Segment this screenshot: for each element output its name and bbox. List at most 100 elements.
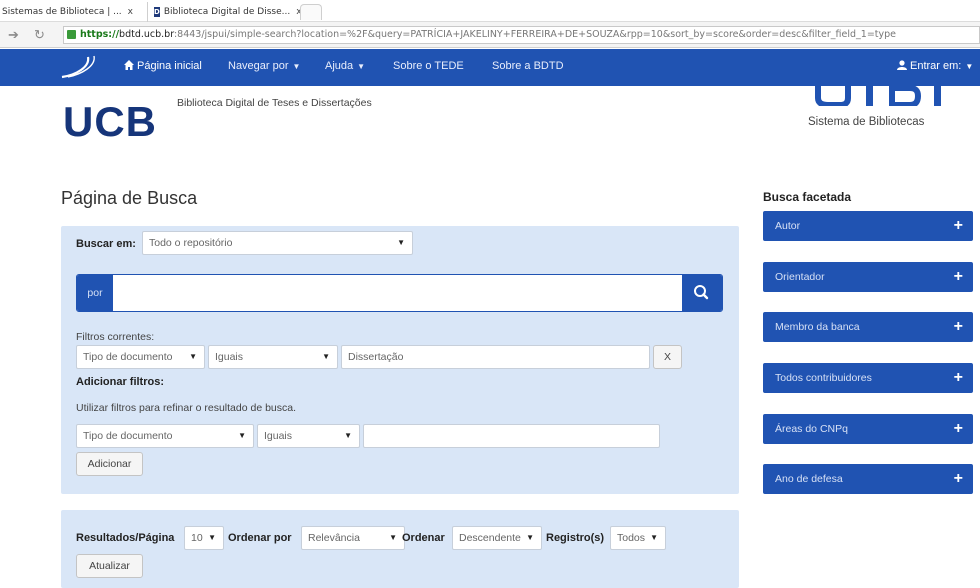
url-host: bdtd.ucb.br	[119, 29, 174, 40]
nav-login-label: Entrar em:	[910, 60, 962, 72]
scope-label: Buscar em:	[76, 238, 136, 250]
current-filter-field-value: Tipo de documento	[83, 351, 173, 363]
records-select[interactable]: Todos ▼	[610, 526, 666, 550]
new-filter-field-select[interactable]: Tipo de documento ▼	[76, 424, 254, 448]
new-filter-operator-select[interactable]: Iguais ▼	[257, 424, 360, 448]
current-filter-operator-value: Iguais	[215, 351, 244, 363]
sort-by-value: Relevância	[308, 532, 360, 544]
sibi-logo-icon[interactable]	[806, 86, 946, 106]
search-bar: por	[76, 274, 723, 312]
current-filters-label: Filtros correntes:	[76, 331, 155, 343]
facet-ano-de-defesa[interactable]: Ano de defesa +	[763, 464, 973, 494]
new-filter-operator-value: Iguais	[264, 430, 293, 442]
add-filters-label: Adicionar filtros:	[76, 376, 165, 388]
plus-icon: +	[953, 420, 963, 437]
new-filter-value-input[interactable]	[363, 424, 660, 448]
facet-membro-da-banca[interactable]: Membro da banca +	[763, 312, 973, 342]
per-page-select[interactable]: 10 ▼	[184, 526, 224, 550]
records-label: Registro(s)	[546, 532, 605, 544]
ucb-logo[interactable]: UCB	[63, 98, 157, 146]
search-button[interactable]	[682, 275, 722, 311]
nav-help[interactable]: Ajuda ▼	[325, 60, 365, 72]
plus-icon: +	[953, 369, 963, 386]
nav-login[interactable]: Entrar em: ▼	[897, 60, 973, 72]
search-panel: Buscar em: Todo o repositório ▼ por Filt…	[61, 226, 739, 494]
lock-icon	[67, 30, 76, 39]
facet-areas-cnpq[interactable]: Áreas do CNPq +	[763, 414, 973, 444]
browser-tab-strip: Sistemas de Biblioteca | ... x D Bibliot…	[0, 0, 980, 22]
dropdown-arrow-icon: ▼	[397, 238, 405, 247]
remove-filter-button[interactable]: X	[653, 345, 682, 369]
back-arrow-icon[interactable]: ➔	[8, 27, 19, 43]
nav-about-bdtd[interactable]: Sobre a BDTD	[492, 60, 564, 72]
plus-icon: +	[953, 268, 963, 285]
records-value: Todos	[617, 532, 646, 544]
dropdown-arrow-icon: ▼	[389, 533, 397, 542]
user-icon	[897, 60, 907, 70]
scope-select-value: Todo o repositório	[149, 237, 233, 249]
sort-by-select[interactable]: Relevância ▼	[301, 526, 405, 550]
update-button[interactable]: Atualizar	[76, 554, 143, 578]
top-navbar: Página inicial Navegar por ▼ Ajuda ▼ Sobre…	[0, 49, 980, 86]
dropdown-arrow-icon: ▼	[189, 352, 197, 361]
sibi-caption: Sistema de Bibliotecas	[808, 116, 925, 128]
tab-title: Sistemas de Biblioteca | ...	[2, 7, 122, 17]
order-label: Ordenar	[402, 532, 445, 544]
browser-address-bar: ➔ ↻ https://bdtd.ucb.br:8443/jspui/simpl…	[0, 22, 980, 48]
facet-label: Orientador	[775, 271, 825, 283]
nav-help-label: Ajuda	[325, 60, 354, 72]
facet-orientador[interactable]: Orientador +	[763, 262, 973, 292]
dropdown-arrow-icon: ▼	[344, 431, 352, 440]
current-filter-value-input[interactable]: Dissertação	[341, 345, 650, 369]
nav-home-label: Página inicial	[137, 60, 202, 72]
dropdown-arrow-icon: ▼	[322, 352, 330, 361]
browser-tab-sistemas[interactable]: Sistemas de Biblioteca | ... x	[0, 2, 147, 22]
dropdown-arrow-icon: ▼	[238, 431, 246, 440]
add-filter-button[interactable]: Adicionar	[76, 452, 143, 476]
current-filter-field-select[interactable]: Tipo de documento ▼	[76, 345, 205, 369]
facet-label: Autor	[775, 220, 801, 232]
plus-icon: +	[953, 217, 963, 234]
reload-icon[interactable]: ↻	[34, 27, 45, 43]
url-path: :8443/jspui/simple-search?location=%2F&q…	[173, 29, 897, 40]
nav-browse[interactable]: Navegar por ▼	[228, 60, 300, 72]
order-select[interactable]: Descendente ▼	[452, 526, 542, 550]
tab-close-icon[interactable]: x	[128, 7, 133, 17]
dropdown-arrow-icon: ▼	[526, 533, 534, 542]
url-scheme: https://	[80, 29, 120, 40]
bdtd-favicon-icon: D	[154, 7, 160, 17]
facet-label: Áreas do CNPq	[775, 423, 848, 435]
dropdown-arrow-icon: ▼	[208, 533, 216, 542]
facet-autor[interactable]: Autor +	[763, 211, 973, 241]
nav-browse-label: Navegar por	[228, 60, 289, 72]
search-input[interactable]	[113, 275, 683, 311]
nav-about-tede[interactable]: Sobre o TEDE	[393, 60, 464, 72]
facet-label: Ano de defesa	[775, 473, 843, 485]
chevron-down-icon: ▼	[357, 62, 366, 71]
per-page-value: 10	[191, 532, 203, 544]
results-options-panel: Resultados/Página 10 ▼ Ordenar por Relev…	[61, 510, 739, 588]
facet-label: Membro da banca	[775, 321, 860, 333]
facet-todos-contribuidores[interactable]: Todos contribuidores +	[763, 363, 973, 393]
tab-title: Biblioteca Digital de Disse...	[163, 7, 291, 17]
search-icon	[694, 285, 709, 300]
browser-tab-bdtd[interactable]: D Biblioteca Digital de Disse... x	[147, 2, 302, 22]
facet-label: Todos contribuidores	[775, 372, 872, 384]
current-filter-operator-select[interactable]: Iguais ▼	[208, 345, 338, 369]
chevron-down-icon: ▼	[292, 62, 301, 71]
nav-home[interactable]: Página inicial	[124, 60, 202, 72]
url-field[interactable]: https://bdtd.ucb.br:8443/jspui/simple-se…	[63, 26, 980, 44]
scope-select[interactable]: Todo o repositório ▼	[142, 231, 413, 255]
new-tab-button[interactable]	[300, 4, 322, 20]
page-title: Página de Busca	[61, 188, 198, 208]
facets-title: Busca facetada	[763, 190, 852, 204]
repository-subtitle: Biblioteca Digital de Teses e Dissertaçõ…	[177, 97, 372, 109]
dropdown-arrow-icon: ▼	[650, 533, 658, 542]
chevron-down-icon: ▼	[965, 62, 974, 71]
new-filter-field-value: Tipo de documento	[83, 430, 173, 442]
search-prefix: por	[77, 275, 113, 311]
plus-icon: +	[953, 470, 963, 487]
per-page-label: Resultados/Página	[76, 532, 175, 544]
add-filters-help: Utilizar filtros para refinar o resultad…	[76, 402, 297, 414]
bdtd-swoosh-logo-icon[interactable]	[58, 53, 102, 81]
